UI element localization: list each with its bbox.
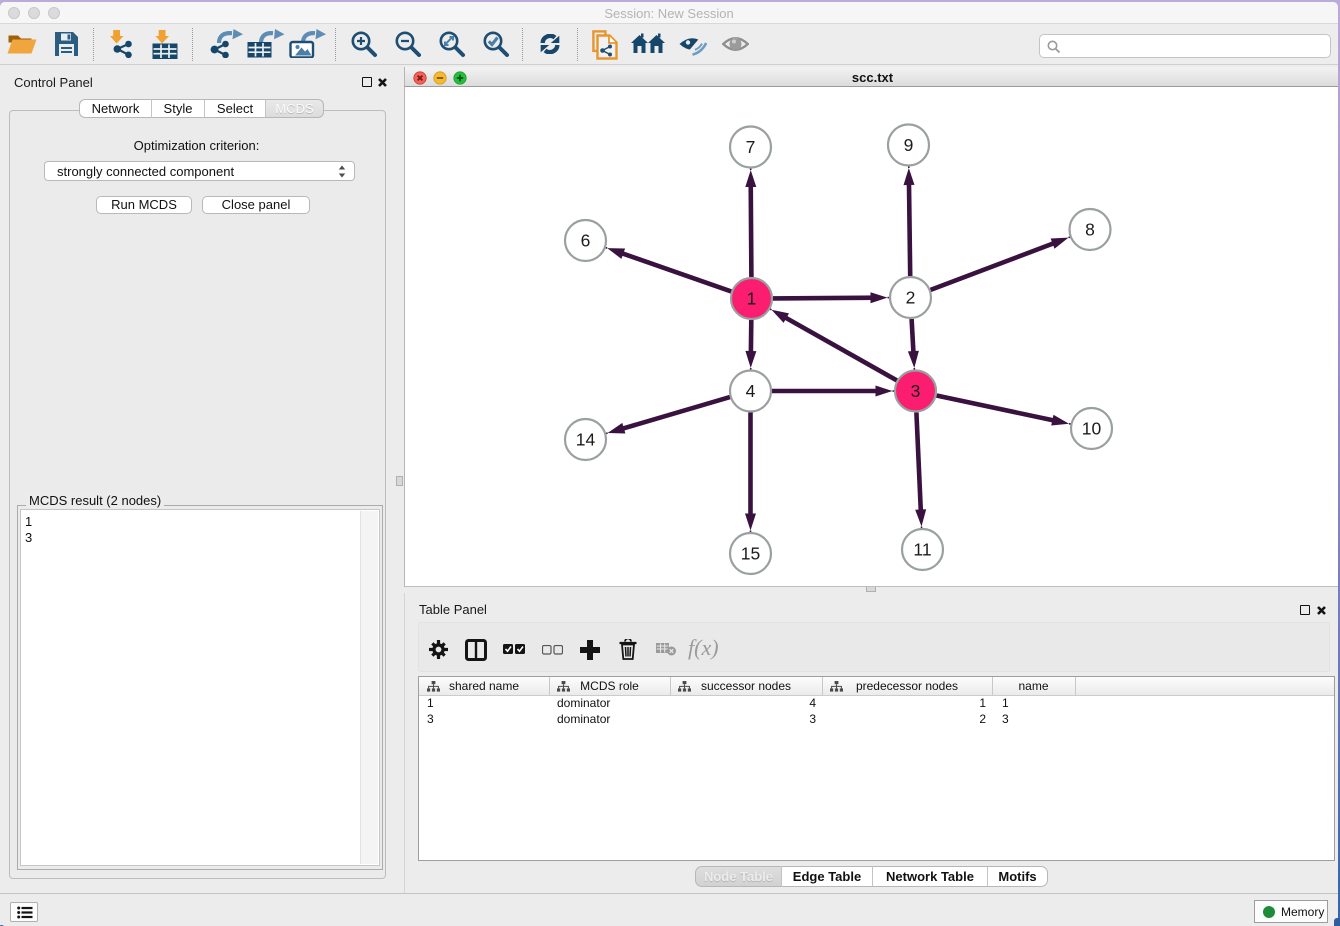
- svg-text:9: 9: [904, 135, 914, 155]
- svg-text:3: 3: [911, 381, 921, 401]
- svg-text:1: 1: [747, 289, 757, 309]
- svg-text:2: 2: [906, 288, 916, 308]
- svg-text:4: 4: [746, 381, 756, 401]
- svg-text:6: 6: [581, 231, 591, 251]
- svg-text:10: 10: [1082, 419, 1102, 439]
- svg-text:7: 7: [746, 137, 756, 157]
- svg-text:8: 8: [1085, 220, 1095, 240]
- svg-text:11: 11: [913, 540, 931, 560]
- svg-text:15: 15: [741, 544, 760, 564]
- svg-text:14: 14: [576, 430, 596, 450]
